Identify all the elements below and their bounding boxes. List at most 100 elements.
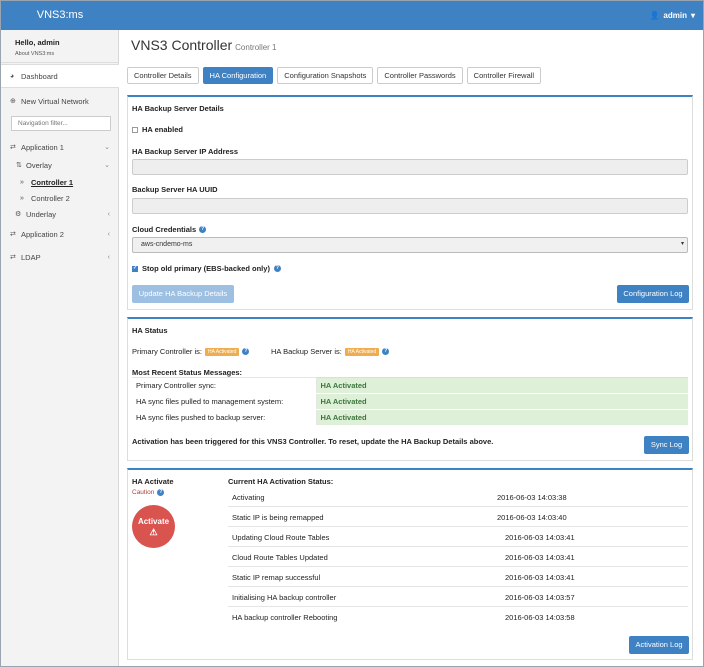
dashboard-icon: ◕ [10,72,15,80]
backup-label: HA Backup Server is: [271,347,342,356]
shuffle-icon: ⇄ [10,254,16,261]
stop-old-primary-checkbox[interactable]: Stop old primary (EBS-backed only) ? [132,264,281,273]
checkbox-label: HA enabled [142,125,183,134]
help-icon[interactable]: ? [382,348,390,355]
caret-down-icon: ▾ [690,11,695,20]
sync-log-button[interactable]: Sync Log [644,436,689,454]
user-name: admin [663,11,687,20]
tab-ha-configuration[interactable]: HA Configuration [202,67,274,84]
tab-configuration-snapshots[interactable]: Configuration Snapshots [277,67,374,84]
backup-status: HA Backup Server is: HA Activated ? [271,347,390,356]
panel-title: HA Backup Server Details [132,104,224,113]
ha-enabled-checkbox[interactable]: HA enabled [132,125,183,134]
help-icon[interactable]: ? [157,489,165,496]
page-title: VNS3 Controller Controller 1 [131,37,277,53]
backup-uuid-input[interactable] [132,198,688,214]
checkbox-box[interactable] [132,126,138,133]
activation-note: Activation has been triggered for this V… [132,437,494,446]
status-time: 2016-06-03 14:03:38 [497,493,567,502]
status-badge: HA Activated [344,347,380,356]
current-status-title: Current HA Activation Status: [228,477,334,486]
sidebar-item-label: Application 2 [21,229,64,239]
ha-backup-panel: HA Backup Server Details HA enabled HA B… [127,95,693,310]
sidebar-item-label: Underlay [26,209,57,219]
status-time: 2016-06-03 14:03:40 [497,513,567,522]
tab-controller-details[interactable]: Controller Details [127,67,199,84]
sidebar-item-controller-1[interactable]: » Controller 1 [1,174,119,190]
overlay-icon: ⇅ [16,162,22,169]
row-value: HA Activated [316,377,688,394]
select-arrows-icon: ▾ [680,241,684,247]
chevron-left-icon: ‹ [107,210,110,218]
primary-label: Primary Controller is: [132,347,203,356]
navigation-filter-input[interactable] [11,116,111,131]
primary-status: Primary Controller is: HA Activated ? [132,347,250,356]
list-item: Activating 2016-06-03 14:03:38 [228,487,688,507]
shuffle-icon: ⇄ [10,231,16,238]
activate-button[interactable]: Activate ⚠ [132,505,175,548]
ha-activate-panel: HA Activate Caution ? Activate ⚠ Current… [127,468,693,660]
list-item: Static IP remap successful 2016-06-03 14… [228,567,688,587]
field-label-text: Cloud Credentials [132,225,197,234]
status-time: 2016-06-03 14:03:57 [505,593,575,602]
brand-logo[interactable]: VNS3:ms [1,1,119,30]
table-row: Primary Controller sync: HA Activated [132,377,688,394]
status-time: 2016-06-03 14:03:41 [505,533,575,542]
chevron-down-icon: ⌄ [104,162,110,169]
warning-icon: ⚠ [149,527,158,537]
select-value: aws-cndemo-ms [141,241,193,248]
page-subtitle: Controller 1 [235,43,277,52]
sidebar-item-label: Overlay [26,160,52,170]
help-icon[interactable]: ? [273,265,281,272]
activation-log-button[interactable]: Activation Log [629,636,689,654]
sidebar-item-overlay[interactable]: ⇅ Overlay ⌄ [1,157,119,173]
status-message: Updating Cloud Route Tables [232,533,330,542]
table-row: HA sync files pulled to management syste… [132,393,688,410]
sidebar-item-new-virtual-network[interactable]: ⊕ New Virtual Network [1,90,119,112]
backup-ip-input[interactable] [132,159,688,175]
greeting: Hello, admin About VNS3:ms [1,30,118,63]
user-menu[interactable]: 👤 admin ▾ [649,1,695,30]
ha-status-panel: HA Status Primary Controller is: HA Acti… [127,317,693,461]
row-label: HA sync files pulled to management syste… [132,393,317,410]
help-icon[interactable]: ? [242,348,250,355]
status-message: HA backup controller Rebooting [232,613,338,622]
status-message: Initialising HA backup controller [232,593,337,602]
sidebar-item-dashboard[interactable]: ◕ Dashboard [1,64,119,88]
chevron-right-icon: » [20,194,24,202]
sidebar-item-label: Application 1 [21,142,64,152]
update-ha-backup-button[interactable]: Update HA Backup Details [132,285,234,303]
status-time: 2016-06-03 14:03:41 [505,573,575,582]
chevron-down-icon: ⌄ [104,144,110,151]
sidebar-item-label: Dashboard [21,71,58,81]
list-item: Cloud Route Tables Updated 2016-06-03 14… [228,547,688,567]
plus-circle-icon: ⊕ [10,98,16,105]
field-label: Backup Server HA UUID [132,185,218,194]
sidebar-item-underlay[interactable]: ⚙ Underlay ‹ [1,206,119,222]
sidebar-item-label: New Virtual Network [21,96,89,106]
cogs-icon: ⚙ [15,211,22,218]
sidebar-item-label: Controller 1 [31,177,74,187]
about-link[interactable]: About VNS3:ms [15,51,118,57]
hello-text: Hello, admin [15,38,60,47]
table-row: HA sync files pushed to backup server: H… [132,409,688,426]
cloud-credentials-select[interactable]: aws-cndemo-ms ▾ [132,237,688,253]
sidebar-item-label: LDAP [21,252,41,262]
user-icon: 👤 [649,11,660,20]
sidebar-item-ldap[interactable]: ⇄ LDAP ‹ [1,248,119,266]
caution-label: Caution ? [132,489,165,496]
tab-controller-firewall[interactable]: Controller Firewall [466,67,542,84]
checkbox-label: Stop old primary (EBS-backed only) [142,264,270,273]
row-label: HA sync files pushed to backup server: [132,409,317,426]
top-bar: 👤 admin ▾ [119,1,703,30]
help-icon[interactable]: ? [199,226,207,233]
list-item: Updating Cloud Route Tables 2016-06-03 1… [228,527,688,547]
sidebar-item-controller-2[interactable]: » Controller 2 [1,190,119,206]
checkbox-box[interactable] [132,265,138,272]
sidebar-item-application-2[interactable]: ⇄ Application 2 ‹ [1,225,119,243]
tab-controller-passwords[interactable]: Controller Passwords [377,67,463,84]
status-time: 2016-06-03 14:03:41 [505,553,575,562]
configuration-log-button[interactable]: Configuration Log [617,285,689,303]
panel-title: HA Status [132,326,168,335]
sidebar-item-application-1[interactable]: ⇄ Application 1 ⌄ [1,138,119,156]
